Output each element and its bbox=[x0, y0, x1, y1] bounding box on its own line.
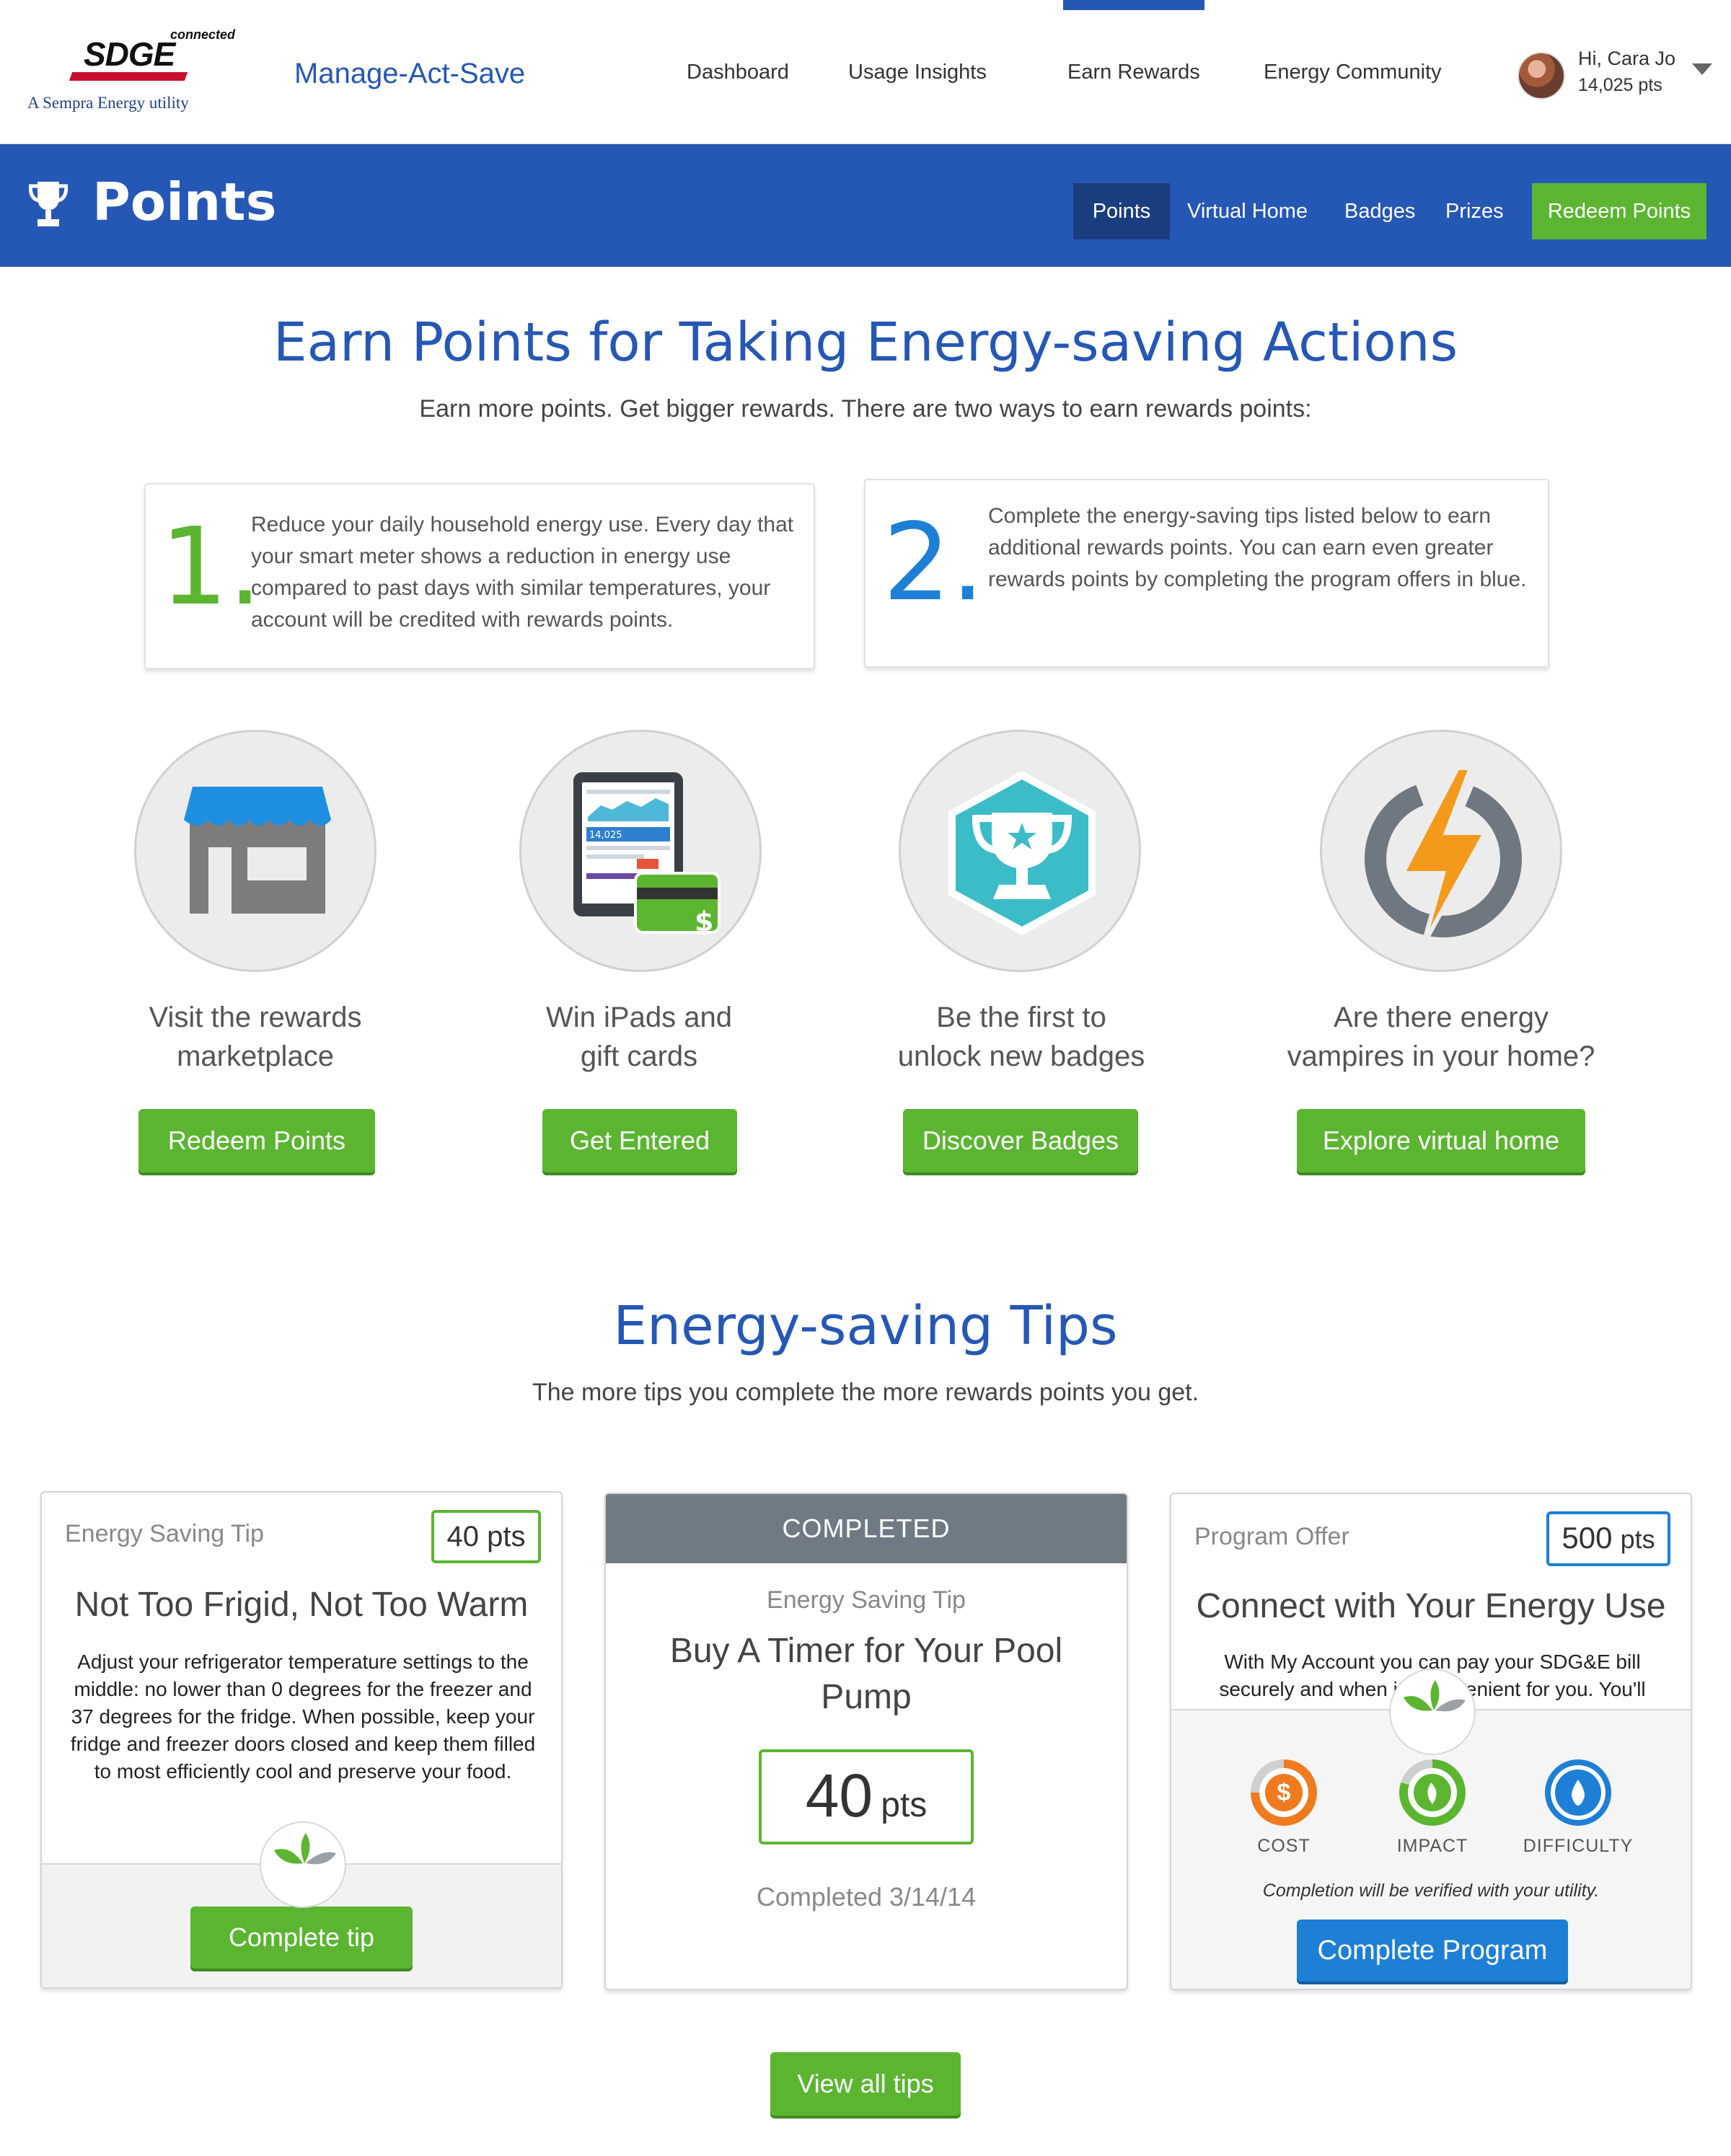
logo-red-bar bbox=[69, 72, 188, 81]
points-unit: pts bbox=[881, 1786, 928, 1824]
feature-label-vampires: Are there energy vampires in your home? bbox=[1275, 998, 1607, 1076]
tip-points-badge: 40 pts bbox=[431, 1510, 541, 1563]
points-value: 40 bbox=[805, 1762, 873, 1829]
feature-label-badges: Be the first to unlock new badges bbox=[855, 998, 1187, 1076]
leaf-icon bbox=[1399, 1759, 1466, 1826]
subnav-points[interactable]: Points bbox=[1073, 183, 1170, 239]
feature-label-marketplace: Visit the rewards marketplace bbox=[89, 998, 421, 1076]
explore-virtual-home-button[interactable]: Explore virtual home bbox=[1297, 1109, 1585, 1172]
metric-label: COST bbox=[1257, 1836, 1311, 1856]
feature-label-ipads: Win iPads and gift cards bbox=[473, 998, 805, 1076]
feature-label-line: Be the first to bbox=[936, 1002, 1106, 1033]
nav-dashboard[interactable]: Dashboard bbox=[687, 61, 789, 84]
points-header-bar: Points Points Virtual Home Badges Prizes… bbox=[0, 144, 1731, 267]
view-all-tips-button[interactable]: View all tips bbox=[770, 2052, 961, 2116]
subnav-virtual-home[interactable]: Virtual Home bbox=[1168, 183, 1326, 239]
sdge-logo[interactable]: SDGE connected A Sempra Energy utility bbox=[27, 27, 244, 128]
leaf-graphic bbox=[1404, 1680, 1466, 1712]
metric-label: DIFFICULTY bbox=[1523, 1836, 1634, 1856]
chevron-down-icon[interactable] bbox=[1692, 63, 1712, 75]
power-bolt-icon[interactable] bbox=[1320, 730, 1562, 972]
tablet-graphic: 14,025 $ bbox=[573, 772, 721, 937]
feature-label-line: vampires in your home? bbox=[1287, 1041, 1595, 1072]
tip-points-badge: 40 pts bbox=[759, 1749, 974, 1844]
site-title[interactable]: Manage-Act-Save bbox=[294, 58, 525, 90]
tips-heading: Energy-saving Tips bbox=[613, 1295, 1118, 1357]
feature-label-line: gift cards bbox=[580, 1041, 698, 1072]
user-avatar[interactable] bbox=[1518, 52, 1565, 100]
way-number-1: 1. bbox=[160, 505, 263, 629]
top-navigation: SDGE connected A Sempra Energy utility M… bbox=[0, 0, 1731, 144]
subnav-redeem-points-button[interactable]: Redeem Points bbox=[1532, 183, 1706, 239]
difficulty-metric: DIFFICULTY bbox=[1513, 1759, 1643, 1857]
svg-text:$: $ bbox=[695, 906, 713, 937]
impact-metric: IMPACT bbox=[1367, 1759, 1497, 1857]
page-title: Points bbox=[92, 172, 277, 232]
redeem-points-button[interactable]: Redeem Points bbox=[138, 1109, 375, 1172]
feature-label-line: Win iPads and bbox=[546, 1002, 732, 1033]
badge-graphic bbox=[948, 771, 1096, 935]
way-card-1: 1. Reduce your daily household energy us… bbox=[144, 483, 815, 669]
get-entered-button[interactable]: Get Entered bbox=[542, 1109, 737, 1172]
feature-label-line: Visit the rewards bbox=[149, 1002, 362, 1033]
metric-label: IMPACT bbox=[1396, 1836, 1468, 1856]
dollar-icon: $ bbox=[1251, 1759, 1317, 1826]
verification-note: Completion will be verified with your ut… bbox=[1262, 1881, 1600, 1901]
tip-card: Energy Saving Tip 40 pts Not Too Frigid,… bbox=[40, 1491, 563, 1989]
complete-program-button[interactable]: Complete Program bbox=[1297, 1919, 1568, 1982]
program-offer-card: Program Offer 500 pts Connect with Your … bbox=[1170, 1493, 1692, 1990]
nav-active-indicator bbox=[1063, 0, 1204, 10]
tip-description: Adjust your refrigerator temperature set… bbox=[70, 1651, 536, 1782]
completed-banner: COMPLETED bbox=[606, 1494, 1127, 1563]
user-greeting[interactable]: Hi, Cara Jo bbox=[1578, 48, 1675, 70]
logo-brand: SDGE bbox=[84, 35, 175, 73]
logo-connected: connected bbox=[170, 27, 236, 42]
subnav-prizes[interactable]: Prizes bbox=[1427, 183, 1523, 239]
subnav-badges[interactable]: Badges bbox=[1326, 183, 1434, 239]
tip-kind: Energy Saving Tip bbox=[65, 1520, 264, 1547]
tip-title-line: Pump bbox=[821, 1678, 912, 1716]
completed-date: Completed 3/14/14 bbox=[756, 1882, 977, 1912]
logo-tagline: A Sempra Energy utility bbox=[27, 94, 189, 112]
feature-label-line: unlock new badges bbox=[897, 1041, 1145, 1072]
tip-kind: Program Offer bbox=[1194, 1523, 1349, 1550]
power-bolt-graphic bbox=[1363, 766, 1523, 947]
earn-heading: Earn Points for Taking Energy-saving Act… bbox=[273, 312, 1458, 374]
tips-subheading: The more tips you complete the more rewa… bbox=[532, 1379, 1199, 1406]
tip-title: Not Too Frigid, Not Too Warm bbox=[74, 1586, 529, 1624]
program-points-badge: 500 pts bbox=[1546, 1511, 1670, 1566]
nav-earn-rewards[interactable]: Earn Rewards bbox=[1067, 61, 1200, 84]
tablet-giftcard-icon[interactable]: 14,025 $ bbox=[519, 730, 762, 972]
cost-metric: $ COST bbox=[1219, 1759, 1349, 1857]
earn-subheading: Earn more points. Get bigger rewards. Th… bbox=[419, 395, 1312, 423]
leaf-graphic bbox=[274, 1833, 336, 1865]
feature-label-line: Are there energy bbox=[1334, 1002, 1549, 1033]
tablet-screen-value: 14,025 bbox=[589, 830, 622, 841]
leaf-icon bbox=[1389, 1669, 1476, 1755]
points-value: 500 bbox=[1562, 1521, 1613, 1555]
nav-usage-insights[interactable]: Usage Insights bbox=[848, 61, 987, 84]
tip-title-line: Buy A Timer for Your Pool bbox=[669, 1632, 1063, 1670]
nav-energy-community[interactable]: Energy Community bbox=[1264, 61, 1442, 84]
feature-label-line: marketplace bbox=[177, 1041, 334, 1072]
trophy-icon bbox=[29, 182, 68, 226]
way-number-2: 2. bbox=[883, 500, 985, 624]
storefront-icon[interactable] bbox=[134, 730, 376, 972]
water-drop-icon bbox=[1545, 1759, 1611, 1826]
complete-tip-button[interactable]: Complete tip bbox=[190, 1907, 413, 1969]
storefront-graphic bbox=[184, 787, 331, 914]
tip-card-completed: COMPLETED Energy Saving Tip Buy A Timer … bbox=[604, 1493, 1128, 1990]
discover-badges-button[interactable]: Discover Badges bbox=[903, 1109, 1138, 1172]
tip-title: Connect with Your Energy Use bbox=[1196, 1587, 1666, 1625]
leaf-icon bbox=[260, 1821, 346, 1908]
tip-kind: Energy Saving Tip bbox=[767, 1586, 966, 1614]
way-card-2: 2. Complete the energy-saving tips liste… bbox=[864, 479, 1549, 668]
points-unit: pts bbox=[1620, 1524, 1655, 1554]
way-text-1: Reduce your daily household energy use. … bbox=[251, 513, 794, 632]
tip-title: Buy A Timer for Your Pool Pump bbox=[606, 1628, 1127, 1720]
user-points: 14,025 pts bbox=[1578, 75, 1662, 95]
way-text-2: Complete the energy-saving tips listed b… bbox=[988, 504, 1527, 591]
trophy-badge-icon[interactable] bbox=[899, 730, 1141, 972]
